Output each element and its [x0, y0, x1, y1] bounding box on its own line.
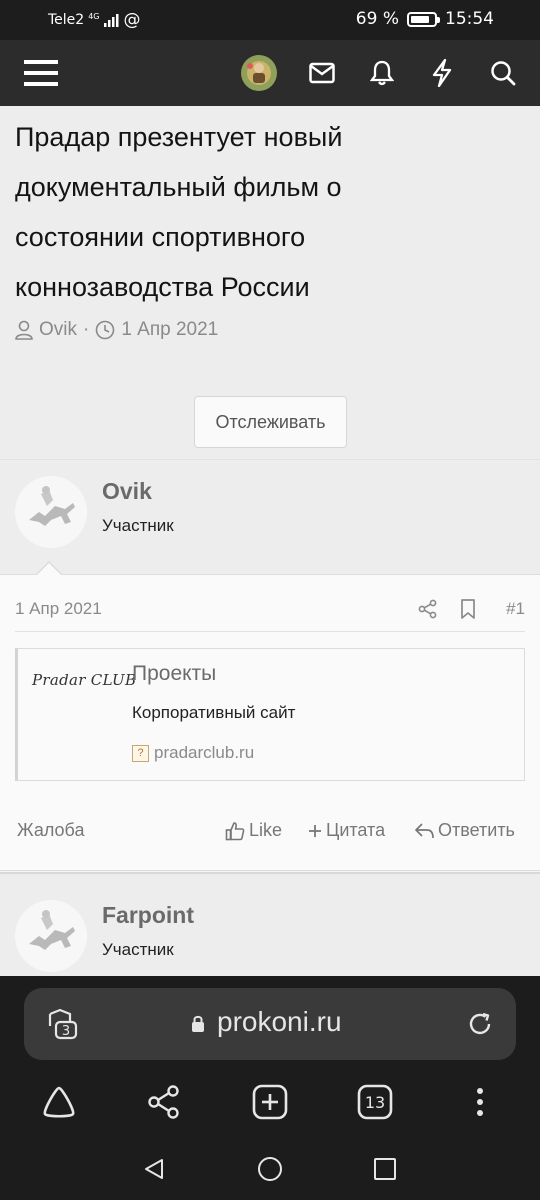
lock-icon — [190, 1014, 206, 1034]
tabs-icon[interactable]: 13 — [353, 1080, 397, 1124]
new-tab-icon[interactable] — [248, 1080, 292, 1124]
reply-icon — [414, 822, 434, 840]
thread-date[interactable]: 1 Апр 2021 — [121, 319, 218, 341]
reload-icon[interactable] — [466, 1010, 494, 1038]
like-button[interactable]: Like — [225, 820, 282, 841]
browser-bar: 3 prokoni.ru 13 — [0, 976, 540, 1200]
search-icon[interactable] — [483, 54, 523, 92]
app-header — [0, 40, 540, 106]
bolt-icon[interactable] — [422, 54, 462, 92]
post-message: 1 Апр 2021 #1 Pradar CLUB Проекты Корпор… — [0, 574, 540, 871]
post-user-role: Участник — [102, 940, 174, 959]
recents-nav-icon[interactable] — [370, 1154, 400, 1184]
share-icon[interactable] — [418, 599, 438, 619]
divider — [15, 631, 525, 632]
thread-header: Прадар презентует новый документальный ф… — [0, 106, 540, 459]
status-bar: Tele2 4G @ 69 % 15:54 — [0, 0, 540, 40]
address-bar[interactable]: 3 prokoni.ru — [24, 988, 516, 1060]
home-nav-icon[interactable] — [255, 1154, 285, 1184]
home-icon[interactable] — [37, 1080, 81, 1124]
bookmark-icon[interactable] — [460, 599, 476, 619]
post-username[interactable]: Ovik — [102, 478, 152, 505]
clock-icon — [95, 320, 115, 340]
back-nav-icon[interactable] — [139, 1154, 169, 1184]
report-label: Жалоба — [17, 820, 85, 840]
post-date[interactable]: 1 Апр 2021 — [15, 599, 102, 619]
embed-url[interactable]: ? pradarclub.ru — [132, 743, 254, 763]
meta-separator: · — [83, 319, 90, 340]
reply-label: Ответить — [438, 820, 515, 840]
embed-description: Корпоративный сайт — [132, 703, 296, 722]
clock: 15:54 — [445, 9, 494, 29]
share-icon[interactable] — [142, 1080, 186, 1124]
avatar[interactable] — [239, 54, 279, 92]
signal-icon — [103, 13, 120, 27]
thread-title: Прадар презентует новый документальный ф… — [15, 122, 343, 302]
quote-button[interactable]: Цитата — [308, 820, 385, 841]
user-icon — [15, 320, 33, 340]
thumbs-up-icon — [225, 821, 245, 841]
link-embed[interactable]: Pradar CLUB Проекты Корпоративный сайт ?… — [15, 648, 525, 781]
battery-icon — [407, 11, 440, 27]
embed-url-text[interactable]: pradarclub.ru — [154, 743, 254, 763]
thread-author[interactable]: Ovik — [39, 319, 77, 341]
tab-group-count: 3 — [62, 1024, 70, 1039]
embed-logo: Pradar CLUB — [32, 671, 137, 689]
more-icon[interactable] — [458, 1080, 502, 1124]
post-user-role: Участник — [102, 516, 174, 535]
mail-icon[interactable] — [302, 54, 342, 92]
post-user-bar: Farpoint Участник — [0, 872, 540, 976]
post-username[interactable]: Farpoint — [102, 902, 194, 929]
post-actions: Жалоба Like Цитата Ответить — [0, 820, 540, 850]
tabs-count: 13 — [365, 1093, 385, 1112]
bell-icon[interactable] — [362, 54, 402, 92]
thread-meta: Ovik · 1 Апр 2021 — [15, 319, 218, 341]
embed-title[interactable]: Проекты — [132, 662, 216, 686]
reply-button[interactable]: Ответить — [414, 820, 515, 841]
network-type: 4G — [88, 11, 100, 21]
post-pointer-inner — [36, 563, 62, 576]
favicon-icon: ? — [132, 744, 149, 762]
post-number[interactable]: #1 — [506, 599, 525, 619]
report-button[interactable]: Жалоба — [17, 820, 84, 841]
tab-group-icon[interactable]: 3 — [46, 1008, 80, 1040]
user-avatar[interactable] — [15, 900, 87, 972]
at-icon: @ — [123, 10, 141, 30]
like-label: Like — [249, 820, 283, 840]
url-text[interactable]: prokoni.ru — [217, 1006, 342, 1038]
carrier-label: Tele2 — [48, 12, 85, 28]
battery-percent: 69 % — [355, 9, 399, 29]
user-avatar[interactable] — [15, 476, 87, 548]
quote-label: Цитата — [326, 820, 386, 840]
menu-icon[interactable] — [21, 54, 61, 92]
plus-icon — [308, 824, 322, 838]
follow-button[interactable]: Отслеживать — [194, 396, 347, 448]
post-user-bar: Ovik Участник — [0, 459, 540, 575]
